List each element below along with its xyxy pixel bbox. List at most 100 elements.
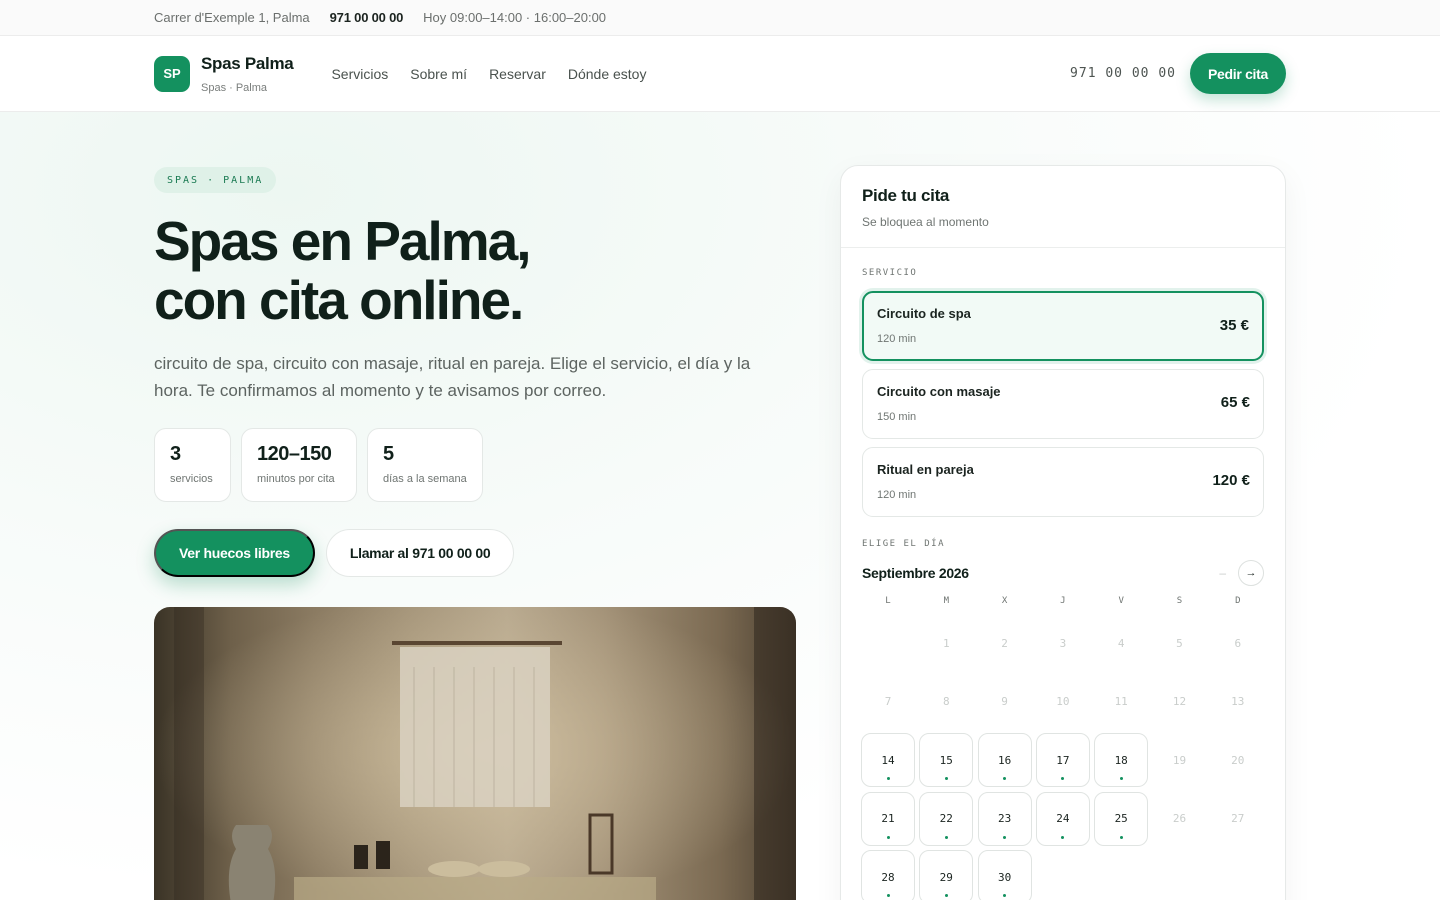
service-name: Ritual en pareja — [877, 462, 974, 477]
calendar-week: 28 29 30 — [861, 848, 1265, 900]
calendar-day-available[interactable]: 28 — [861, 850, 915, 900]
weekday-label: M — [943, 596, 949, 606]
calendar-day-unavailable: 8 — [942, 695, 950, 709]
month-nav: – → — [1219, 560, 1264, 586]
calendar-day-unavailable: 10 — [1056, 695, 1070, 709]
service-duration: 120 min — [877, 333, 917, 345]
hero-section: SPAS · PALMA Spas en Palma, con cita onl… — [0, 112, 1440, 900]
nav-reservar[interactable]: Reservar — [489, 66, 546, 82]
topbar-phone[interactable]: 971 00 00 00 — [330, 10, 404, 25]
weekday-label: X — [1001, 596, 1008, 606]
stat-minutes: 120–150 minutos por cita — [241, 428, 357, 502]
calendar-day-unavailable: 4 — [1117, 636, 1125, 650]
weekday-label: V — [1118, 596, 1124, 606]
brand[interactable]: Spas Palma Spas · Palma — [201, 54, 294, 94]
nav-sobre-mi[interactable]: Sobre mí — [410, 66, 467, 82]
stat-services: 3 servicios — [154, 428, 231, 502]
service-name: Circuito con masaje — [877, 384, 1001, 399]
calendar-day-available[interactable]: 17 — [1035, 733, 1090, 788]
service-option[interactable]: Circuito de spa 120 min 35 € — [862, 291, 1264, 361]
stat-value: 120–150 — [257, 443, 332, 465]
calendar-empty-cell — [1036, 850, 1090, 900]
service-name: Circuito de spa — [877, 306, 971, 321]
next-month-icon[interactable]: → — [1238, 560, 1264, 586]
calendar-day-available[interactable]: 24 — [1035, 791, 1090, 846]
brand-subtitle: Spas · Palma — [201, 81, 268, 94]
weekday-label: D — [1235, 596, 1241, 606]
calendar-day-available[interactable]: 23 — [977, 791, 1032, 846]
booking-title: Pide tu cita — [862, 186, 950, 205]
calendar-day-unavailable: 13 — [1231, 695, 1245, 709]
stat-label: servicios — [170, 473, 213, 485]
hero-title-line1: Spas en Palma, — [154, 210, 532, 272]
service-section-label: SERVICIO — [862, 268, 918, 278]
calendar-day-unavailable: 1 — [942, 636, 950, 650]
site-header: SP Spas Palma Spas · Palma Servicios Sob… — [0, 36, 1440, 112]
calendar-day-available[interactable]: 22 — [919, 791, 974, 846]
service-option[interactable]: Circuito con masaje 150 min 65 € — [862, 369, 1264, 439]
service-duration: 150 min — [877, 411, 917, 423]
stat-label: minutos por cita — [257, 473, 335, 485]
service-price: 65 € — [1220, 394, 1250, 411]
nav-servicios[interactable]: Servicios — [331, 66, 388, 82]
service-price: 120 € — [1212, 472, 1250, 489]
calendar-empty-cell — [1094, 850, 1148, 900]
stat-label: días a la semana — [383, 473, 467, 485]
booking-card: Pide tu cita Se bloquea al momento SERVI… — [840, 165, 1286, 900]
calendar-day-unavailable: 5 — [1176, 636, 1183, 650]
calendar-week: 14 15 16 17 18 19 20 — [861, 731, 1265, 790]
hero-title: Spas en Palma, con cita online. — [154, 212, 774, 330]
weekday-label: S — [1176, 596, 1183, 606]
calendar-day-unavailable: 11 — [1114, 695, 1128, 709]
service-option[interactable]: Ritual en pareja 120 min 120 € — [862, 447, 1264, 517]
calendar-empty-cell — [1152, 850, 1206, 900]
calendar-day-available[interactable]: 15 — [919, 733, 974, 788]
pedir-cita-button[interactable]: Pedir cita — [1189, 53, 1286, 94]
calendar-weeks: 1 2 3 4 5 6 7 8 9 10 11 12 13 14 15 16 17 18 19 20 21 22 23 24 2… — [861, 614, 1265, 900]
calendar-day-unavailable: 19 — [1172, 753, 1187, 767]
stat-value: 5 — [383, 443, 394, 465]
calendar-day-available[interactable]: 16 — [977, 733, 1032, 788]
spa-photo — [154, 607, 796, 900]
calendar-day-unavailable: 12 — [1172, 695, 1187, 709]
header-phone[interactable]: 971 00 00 00 — [1070, 66, 1176, 81]
category-pill: SPAS · PALMA — [154, 167, 277, 193]
opening-hours: Hoy 09:00–14:00 · 16:00–20:00 — [423, 10, 607, 25]
calendar-day-unavailable: 26 — [1172, 812, 1187, 826]
calendar-day-unavailable: 20 — [1231, 753, 1245, 767]
ver-huecos-button[interactable]: Ver huecos libres — [154, 529, 315, 577]
calendar-day-available[interactable]: 29 — [919, 850, 974, 900]
calendar-day-available[interactable]: 21 — [861, 791, 915, 846]
calendar-week: 7 8 9 10 11 12 13 — [861, 673, 1265, 732]
stats-row: 3 servicios 120–150 minutos por cita 5 d… — [154, 428, 483, 502]
calendar-day-available[interactable]: 30 — [977, 850, 1032, 900]
calendar-week: 21 22 23 24 25 26 27 — [861, 790, 1265, 849]
address-text: Carrer d'Exemple 1, Palma — [154, 10, 310, 25]
llamar-button[interactable]: Llamar al 971 00 00 00 — [325, 529, 515, 577]
nav-donde-estoy[interactable]: Dónde estoy — [568, 66, 647, 82]
logo-badge[interactable]: SP — [154, 55, 190, 92]
service-list: Circuito de spa 120 min 35 € Circuito co… — [841, 291, 1285, 517]
prev-month-icon[interactable]: – — [1219, 566, 1226, 580]
weekday-label: J — [1060, 596, 1066, 606]
calendar-week: 1 2 3 4 5 6 — [861, 614, 1265, 673]
stat-value: 3 — [170, 443, 181, 465]
calendar-day-unavailable: 27 — [1231, 812, 1245, 826]
booking-subtitle: Se bloquea al momento — [862, 215, 989, 229]
hero-lead: circuito de spa, circuito con masaje, ri… — [154, 354, 751, 400]
calendar-day-available[interactable]: 18 — [1094, 733, 1149, 788]
hero-title-line2: con cita online. — [154, 269, 524, 331]
hero-ctas: Ver huecos libres Llamar al 971 00 00 00 — [154, 529, 515, 577]
service-price: 35 € — [1219, 317, 1249, 334]
stat-days: 5 días a la semana — [367, 428, 483, 502]
main-nav: Servicios Sobre mí Reservar Dónde estoy — [331, 66, 646, 82]
calendar-day-unavailable: 2 — [1001, 636, 1008, 650]
booking-card-header: Pide tu cita Se bloquea al momento — [841, 166, 1285, 248]
day-section-label: ELIGE EL DÍA — [862, 539, 946, 549]
header-actions: 971 00 00 00 Pedir cita — [1070, 53, 1286, 94]
month-label: Septiembre 2026 — [862, 565, 969, 581]
weekday-header: L M X J V S D — [861, 596, 1265, 614]
calendar-day-available[interactable]: 14 — [861, 733, 915, 788]
weekday-label: L — [885, 596, 891, 606]
calendar-day-available[interactable]: 25 — [1094, 791, 1149, 846]
